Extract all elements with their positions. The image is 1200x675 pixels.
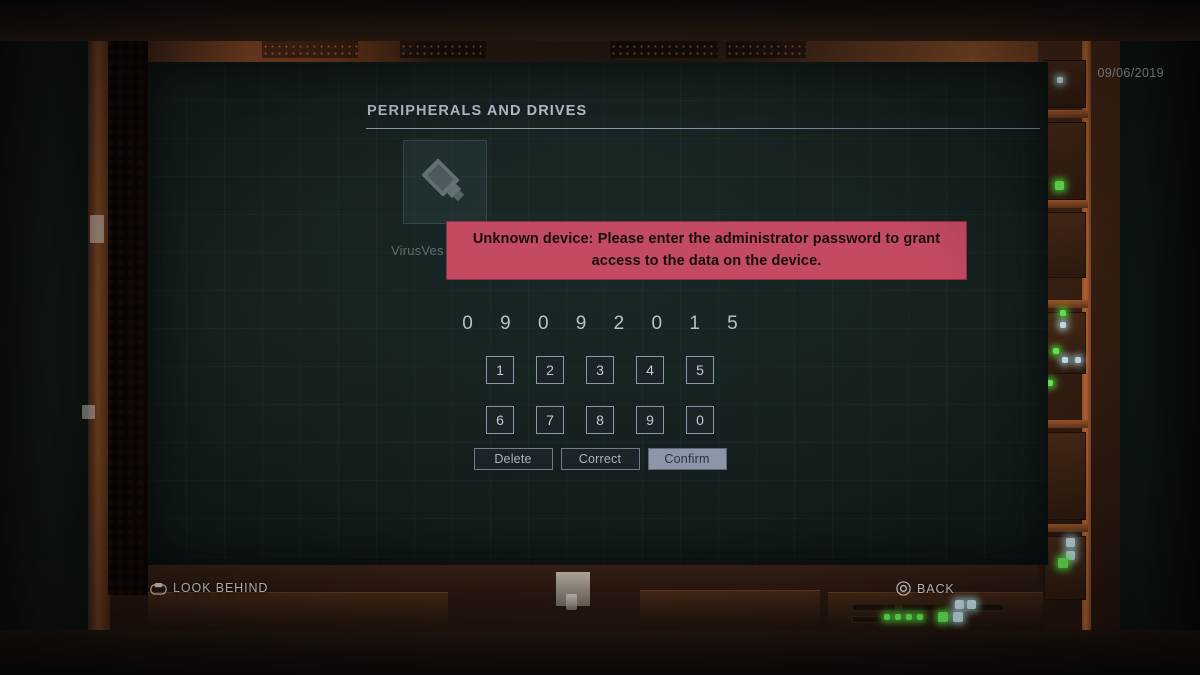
alert-banner: Unknown device: Please enter the adminis… <box>446 221 967 280</box>
device-label: VirusVes <box>391 243 444 258</box>
game-screenshot: 09/06/2019 PERIPHERALS AND DRIVES VirusV… <box>0 0 1200 675</box>
confirm-button[interactable]: Confirm <box>647 448 727 470</box>
rack-box-2 <box>1044 122 1086 200</box>
left-pillar <box>0 35 98 635</box>
numeric-keypad: 1 2 3 4 5 6 7 8 9 0 <box>0 356 1200 456</box>
title-divider <box>366 128 1040 129</box>
server-slot-a <box>852 604 896 611</box>
server-led-5 <box>938 612 948 622</box>
wall-plate-upper <box>90 215 104 243</box>
server-led-8 <box>967 600 976 609</box>
rack-box-6 <box>1044 536 1086 600</box>
server-led-1 <box>884 614 890 620</box>
alert-message: Unknown device: Please enter the adminis… <box>472 230 941 269</box>
server-led-4 <box>917 614 923 620</box>
prompt-look-behind[interactable]: LOOK BEHIND <box>150 581 268 595</box>
page-title: PERIPHERALS AND DRIVES <box>367 103 588 119</box>
back-label: BACK <box>917 581 955 596</box>
password-actions: Delete Correct Confirm <box>0 448 1200 470</box>
usb-drive-icon <box>422 159 465 202</box>
password-display: 0 9 0 9 2 0 1 5 <box>462 313 749 334</box>
server-slot-c <box>852 616 882 623</box>
server-unit-center <box>640 590 820 634</box>
rack-box-1 <box>1044 60 1086 108</box>
rack-led-11 <box>1058 558 1068 568</box>
rack-led-9 <box>1066 538 1075 547</box>
server-led-6 <box>953 612 963 622</box>
letterbox-top <box>0 0 1200 41</box>
desk-cup <box>566 594 577 610</box>
server-slot-b <box>902 604 946 611</box>
shoulder-button-icon <box>150 582 167 595</box>
left-pillar-edge <box>88 35 110 635</box>
key-9[interactable]: 9 <box>636 406 664 434</box>
key-7[interactable]: 7 <box>536 406 564 434</box>
key-3[interactable]: 3 <box>586 356 614 384</box>
circle-button-icon <box>896 581 911 596</box>
look-behind-label: LOOK BEHIND <box>173 581 269 595</box>
rack-led-1 <box>1057 77 1063 83</box>
key-4[interactable]: 4 <box>636 356 664 384</box>
rack-led-5 <box>1053 348 1059 354</box>
device-tile-usb[interactable] <box>403 140 487 224</box>
correct-button[interactable]: Correct <box>560 448 640 470</box>
key-1[interactable]: 1 <box>486 356 514 384</box>
keypad-row-top: 1 2 3 4 5 <box>0 356 1200 384</box>
key-6[interactable]: 6 <box>486 406 514 434</box>
letterbox-bottom <box>0 630 1200 675</box>
key-5[interactable]: 5 <box>686 356 714 384</box>
rack-box-3 <box>1044 212 1086 278</box>
key-0[interactable]: 0 <box>686 406 714 434</box>
rack-led-2 <box>1055 181 1064 190</box>
prompt-back[interactable]: BACK <box>896 581 955 596</box>
key-8[interactable]: 8 <box>586 406 614 434</box>
system-date: 09/06/2019 <box>1097 66 1164 80</box>
delete-button[interactable]: Delete <box>473 448 553 470</box>
server-led-3 <box>906 614 912 620</box>
server-led-2 <box>895 614 901 620</box>
key-2[interactable]: 2 <box>536 356 564 384</box>
keypad-row-bottom: 6 7 8 9 0 <box>0 406 1200 434</box>
server-led-7 <box>955 600 964 609</box>
